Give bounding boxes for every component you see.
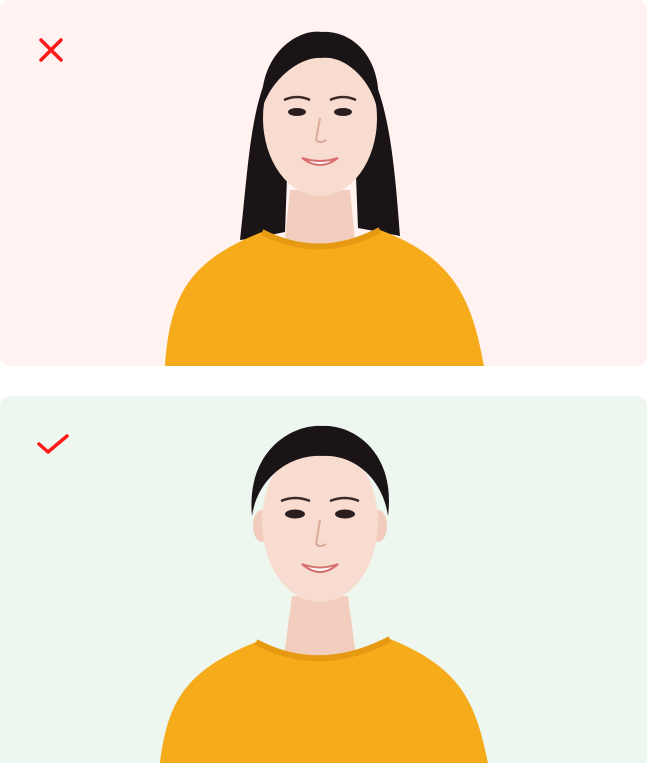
left-eye [288, 108, 306, 116]
correct-example-panel [0, 396, 647, 763]
check-icon [37, 434, 69, 454]
correct-example-photo [0, 396, 647, 763]
incorrect-example-photo [0, 0, 647, 366]
right-eye [335, 509, 355, 519]
cross-icon [39, 38, 63, 62]
left-eye [285, 509, 305, 519]
incorrect-example-panel [0, 0, 647, 366]
right-eye [334, 108, 352, 116]
